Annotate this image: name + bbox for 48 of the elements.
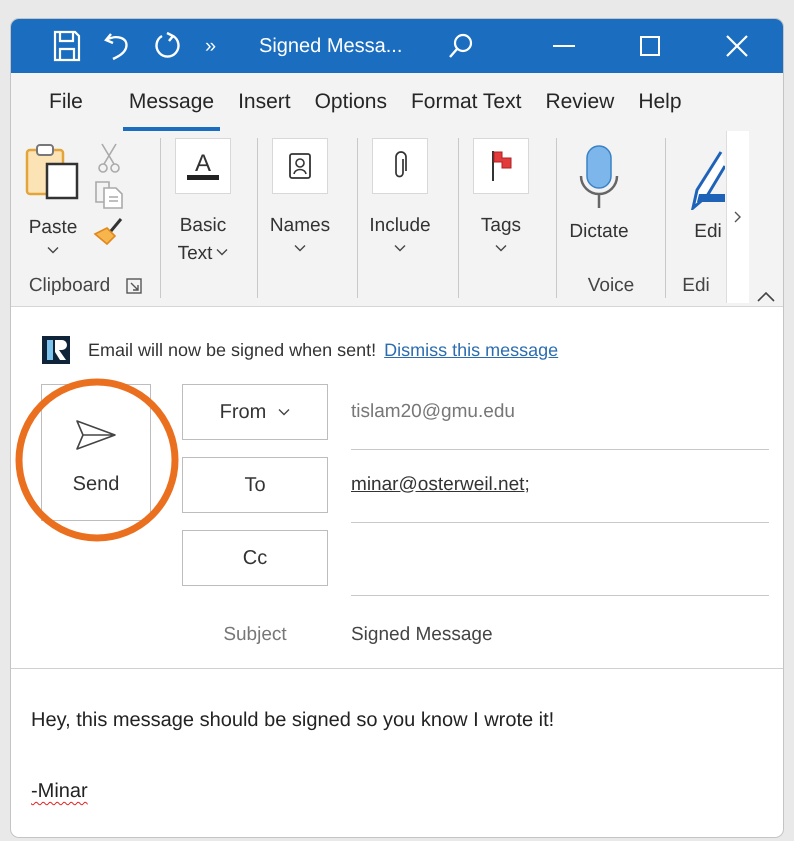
send-button[interactable]: Send xyxy=(41,384,151,521)
ribbon-tab[interactable]: File xyxy=(43,73,89,131)
recipient-name[interactable]: minar@osterweil.net xyxy=(351,474,524,496)
ribbon-tab[interactable]: Help xyxy=(632,73,688,131)
ribbon-tab[interactable]: Insert xyxy=(232,73,297,131)
window-title: Signed Messa... xyxy=(259,34,404,58)
collapse-ribbon-icon[interactable] xyxy=(757,292,775,302)
pen-icon[interactable] xyxy=(691,150,725,210)
body-text: Hey, this message should be signed so you know I wrote it! xyxy=(31,709,554,732)
minimize-icon[interactable] xyxy=(553,44,575,48)
maximize-icon[interactable] xyxy=(640,36,660,56)
from-button[interactable]: From xyxy=(182,384,328,440)
paste-button[interactable]: Paste xyxy=(21,138,85,274)
dialog-launcher-icon[interactable] xyxy=(126,278,142,294)
ribbon-button[interactable]: Include xyxy=(368,138,432,274)
microphone-icon[interactable] xyxy=(577,144,621,210)
from-field[interactable]: tislam20@gmu.edu xyxy=(351,384,769,450)
address-book-icon xyxy=(288,152,312,180)
overflow-button[interactable]: » xyxy=(205,34,245,58)
send-icon xyxy=(75,418,117,450)
subject-field[interactable]: Signed Message xyxy=(351,603,769,663)
signature-text: -Minar xyxy=(31,780,88,803)
recipient-button[interactable]: Cc xyxy=(182,530,328,586)
separator-text: ; xyxy=(524,474,530,496)
group-label: Voice xyxy=(588,275,634,297)
ribbon-tab[interactable]: Review xyxy=(539,73,620,131)
recipient-field[interactable]: minar@osterweil.net; xyxy=(351,457,769,523)
search-icon[interactable] xyxy=(447,32,475,60)
ribbon-button[interactable]: Tags xyxy=(469,138,533,274)
save-icon[interactable] xyxy=(53,30,81,62)
paste-icon[interactable] xyxy=(25,142,81,200)
recipient-button[interactable]: To xyxy=(182,457,328,513)
notice-text: Email will now be signed when sent! xyxy=(88,340,376,360)
ribbon-tab[interactable]: Format Text xyxy=(404,73,528,131)
subject-label: Subject xyxy=(222,623,288,647)
group-label: Clipboard xyxy=(28,275,110,297)
paintbrush-icon[interactable] xyxy=(93,216,125,246)
dismiss-link[interactable]: Dismiss this message xyxy=(384,340,558,360)
flag-icon xyxy=(489,149,513,183)
ribbon-tab[interactable]: Options xyxy=(308,73,393,131)
editing-button[interactable]: Edi xyxy=(676,138,726,274)
ribbon-button[interactable]: A Basic Text xyxy=(171,138,235,274)
dictate-button[interactable]: Dictate xyxy=(567,138,631,274)
app-logo-icon xyxy=(42,336,70,364)
chevron-right-icon[interactable] xyxy=(734,211,742,223)
ribbon-button[interactable]: Names xyxy=(268,138,332,274)
group-label: Edi xyxy=(682,275,710,297)
close-icon[interactable] xyxy=(726,35,748,57)
